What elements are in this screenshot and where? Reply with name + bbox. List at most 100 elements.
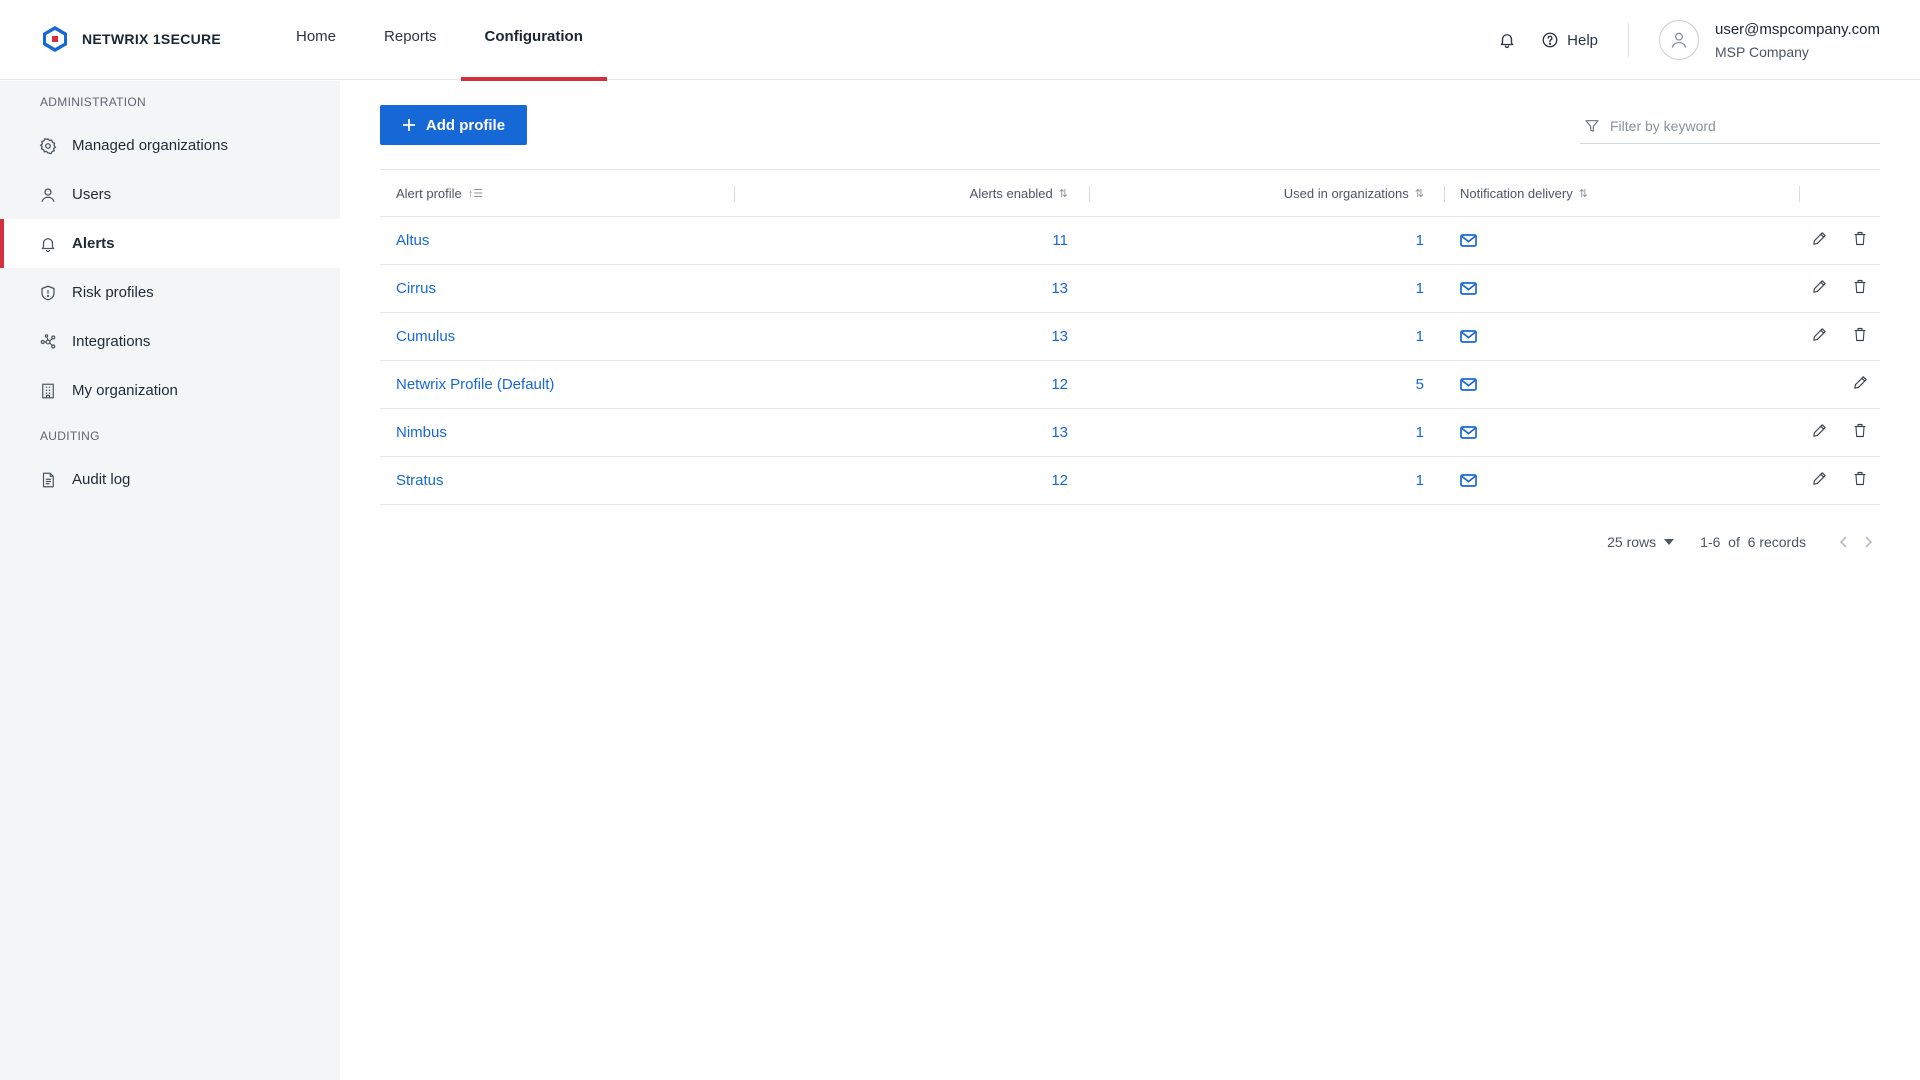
user-icon <box>38 185 58 205</box>
used-in-organizations-link[interactable]: 1 <box>1416 265 1424 312</box>
next-page-button[interactable] <box>1856 530 1880 554</box>
profile-name-link[interactable]: Cumulus <box>396 313 455 360</box>
sidebar-item-managed-organizations[interactable]: Managed organizations <box>0 121 340 170</box>
app-name: NETWRIX 1SECURE <box>82 31 222 47</box>
edit-button[interactable] <box>1847 372 1873 398</box>
help-button[interactable]: Help <box>1541 31 1598 49</box>
alert-profiles-table: Alert profile ↑☰ Alerts enabled ⇅ Used i… <box>380 169 1880 505</box>
sort-icon[interactable]: ⇅ <box>1059 187 1068 200</box>
sidebar-item-audit-log[interactable]: Audit log <box>0 455 340 504</box>
table-header: Alert profile ↑☰ Alerts enabled ⇅ Used i… <box>380 169 1880 217</box>
sidebar-item-alerts[interactable]: Alerts <box>0 219 340 268</box>
alerts-enabled-link[interactable]: 12 <box>1051 361 1068 408</box>
profile-name-link[interactable]: Netwrix Profile (Default) <box>396 361 554 408</box>
profile-name-link[interactable]: Nimbus <box>396 409 447 456</box>
filter-input[interactable] <box>1610 117 1870 134</box>
trash-icon <box>1852 422 1868 444</box>
delete-button[interactable] <box>1847 228 1873 254</box>
alerts-enabled-link[interactable]: 11 <box>1052 217 1068 264</box>
section-auditing: AUDITING <box>40 429 100 443</box>
edit-button[interactable] <box>1806 324 1832 350</box>
header-notification-delivery[interactable]: Notification delivery ⇅ <box>1460 170 1588 217</box>
delete-button[interactable] <box>1847 324 1873 350</box>
used-in-organizations-link[interactable]: 1 <box>1416 457 1424 504</box>
used-in-organizations-link[interactable]: 5 <box>1416 361 1424 408</box>
sidebar-item-my-organization[interactable]: My organization <box>0 366 340 415</box>
used-in-organizations-link[interactable]: 1 <box>1416 217 1424 264</box>
header-alerts-enabled[interactable]: Alerts enabled ⇅ <box>970 170 1068 217</box>
used-in-organizations-link[interactable]: 1 <box>1416 313 1424 360</box>
app-logo[interactable]: NETWRIX 1SECURE <box>40 24 221 54</box>
range-of: of <box>1728 534 1740 550</box>
sidebar-item-risk-profiles[interactable]: Risk profiles <box>0 268 340 317</box>
header-label: Used in organizations <box>1283 186 1409 201</box>
pencil-icon <box>1811 422 1828 444</box>
plus-icon <box>402 119 415 131</box>
rows-per-page-select[interactable]: 25 rows <box>1607 534 1675 550</box>
help-label: Help <box>1567 31 1598 49</box>
notifications-button[interactable] <box>1487 20 1527 60</box>
delete-button[interactable] <box>1847 468 1873 494</box>
header-divider <box>1628 23 1629 57</box>
sort-icon[interactable]: ⇅ <box>1415 187 1424 200</box>
used-in-organizations-link[interactable]: 1 <box>1416 409 1424 456</box>
user-menu[interactable]: user@mspcompany.com MSP Company <box>1659 20 1880 60</box>
email-icon <box>1460 361 1477 408</box>
gear-icon <box>38 136 58 156</box>
main-nav: Home Reports Configuration <box>272 0 608 81</box>
profile-name-link[interactable]: Cirrus <box>396 265 436 312</box>
chevron-right-icon <box>1865 536 1872 548</box>
header-label: Alert profile <box>396 186 462 201</box>
sidebar-item-label: Managed organizations <box>72 137 228 154</box>
table-row: Cumulus 13 1 <box>380 313 1880 361</box>
building-icon <box>38 381 58 401</box>
sidebar-item-label: Users <box>72 186 112 203</box>
bell-icon <box>1500 34 1514 49</box>
sort-asc-icon[interactable]: ↑☰ <box>468 187 483 200</box>
profile-name-link[interactable]: Altus <box>396 217 429 264</box>
table-row: Cirrus 13 1 <box>380 265 1880 313</box>
tab-home[interactable]: Home <box>272 0 360 80</box>
tab-configuration[interactable]: Configuration <box>460 0 608 81</box>
header-label: Alerts enabled <box>969 186 1053 201</box>
edit-button[interactable] <box>1806 420 1832 446</box>
sidebar-item-label: My organization <box>72 382 178 399</box>
edit-button[interactable] <box>1806 228 1832 254</box>
column-divider <box>1444 186 1445 202</box>
delete-button[interactable] <box>1847 276 1873 302</box>
email-icon <box>1460 265 1477 312</box>
table-row: Nimbus 13 1 <box>380 409 1880 457</box>
alerts-enabled-link[interactable]: 12 <box>1051 457 1068 504</box>
table-row: Altus 11 1 <box>380 217 1880 265</box>
edit-button[interactable] <box>1806 468 1832 494</box>
sidebar-item-label: Audit log <box>72 471 131 488</box>
document-icon <box>38 470 58 490</box>
section-administration: ADMINISTRATION <box>40 95 146 109</box>
profile-name-link[interactable]: Stratus <box>396 457 444 504</box>
sidebar-item-label: Alerts <box>72 235 115 252</box>
alerts-enabled-link[interactable]: 13 <box>1051 265 1068 312</box>
user-company: MSP Company <box>1715 43 1809 60</box>
header-used-in-organizations[interactable]: Used in organizations ⇅ <box>1284 170 1424 217</box>
header-alert-profile[interactable]: Alert profile ↑☰ <box>396 170 483 217</box>
sidebar-item-users[interactable]: Users <box>0 170 340 219</box>
pagination: 25 rows 1-6 of 6 records <box>1607 530 1880 554</box>
edit-button[interactable] <box>1806 276 1832 302</box>
add-profile-button[interactable]: Add profile <box>380 105 527 145</box>
tab-reports[interactable]: Reports <box>360 0 461 80</box>
trash-icon <box>1852 470 1868 492</box>
top-header: NETWRIX 1SECURE Home Reports Configurati… <box>0 0 1920 81</box>
alerts-enabled-link[interactable]: 13 <box>1051 313 1068 360</box>
email-icon <box>1460 217 1477 264</box>
sidebar-item-label: Integrations <box>72 333 151 350</box>
pencil-icon <box>1852 374 1869 396</box>
netwrix-logo-icon <box>43 26 67 52</box>
chevron-left-icon <box>1840 536 1847 548</box>
sidebar-item-integrations[interactable]: Integrations <box>0 317 340 366</box>
alerts-enabled-link[interactable]: 13 <box>1051 409 1068 456</box>
previous-page-button[interactable] <box>1832 530 1856 554</box>
delete-button[interactable] <box>1847 420 1873 446</box>
sort-icon[interactable]: ⇅ <box>1579 187 1588 200</box>
table-row: Netwrix Profile (Default) 12 5 <box>380 361 1880 409</box>
help-circle-icon <box>1542 32 1558 48</box>
